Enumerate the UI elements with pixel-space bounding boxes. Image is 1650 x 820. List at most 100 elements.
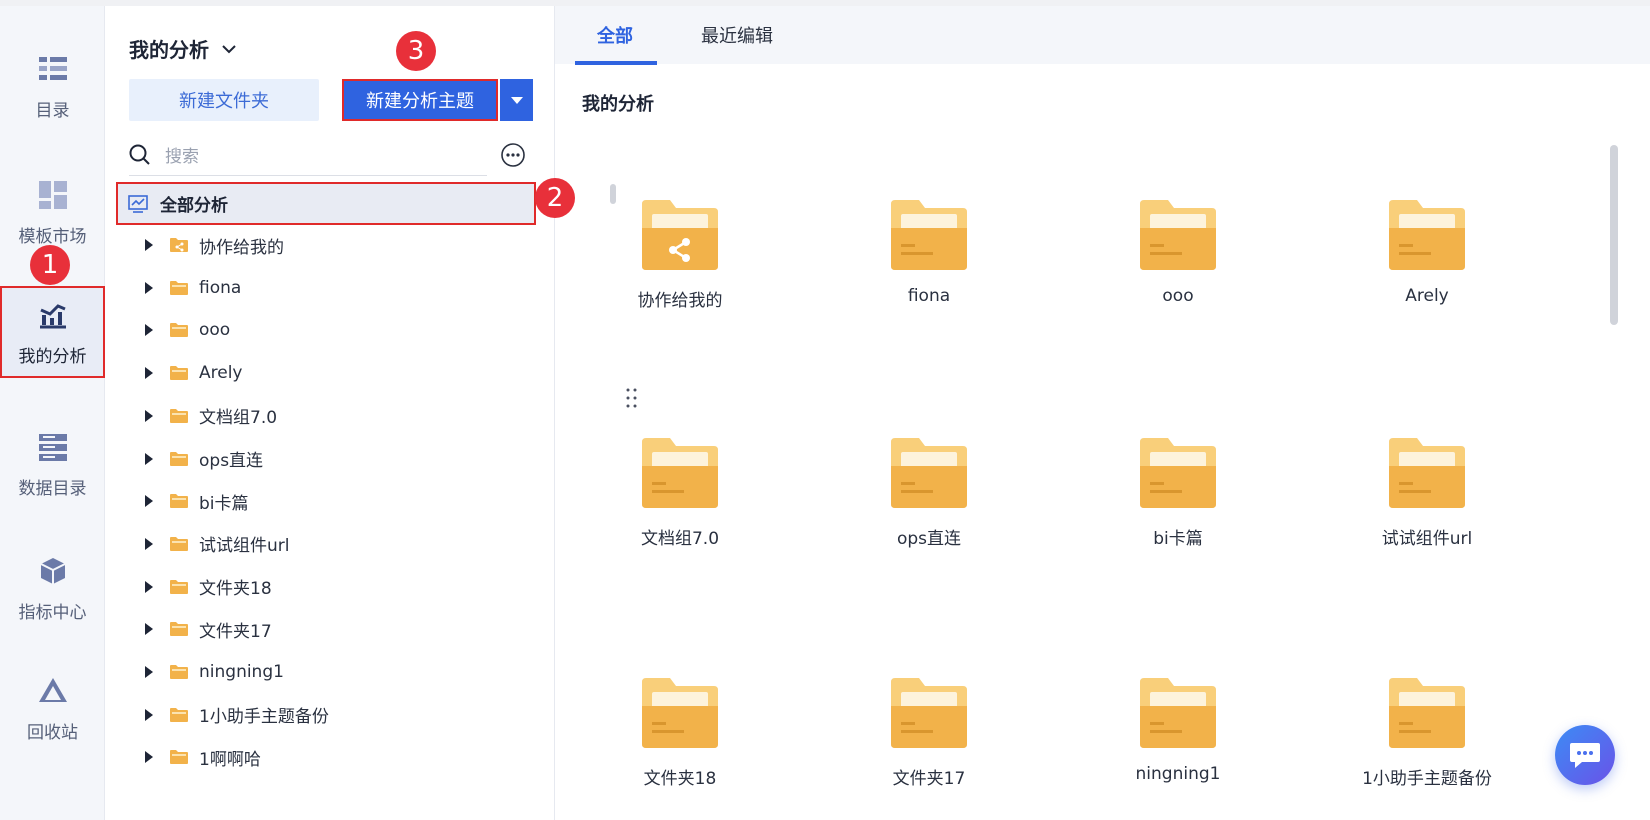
expand-caret-icon[interactable] <box>145 708 153 721</box>
rail-label: 指标中心 <box>18 602 87 623</box>
new-folder-button[interactable]: 新建文件夹 <box>129 79 319 121</box>
tree-item-label: 文件夹17 <box>199 621 272 642</box>
section-title: 我的分析 <box>582 94 654 115</box>
folder-card[interactable]: ooo <box>1078 198 1278 318</box>
folder-card[interactable]: 文档组7.0 <box>580 436 780 556</box>
tab-recent-edit[interactable]: 最近编辑 <box>701 6 773 64</box>
search-input[interactable]: 搜索 <box>129 134 487 176</box>
folder-card-label: 文件夹17 <box>892 769 966 789</box>
tree-item-label: ooo <box>199 320 231 341</box>
folder-icon <box>1138 198 1218 276</box>
folder-icon <box>169 493 189 509</box>
folder-card-label: fiona <box>907 286 951 306</box>
tree-item[interactable]: fiona <box>145 273 241 303</box>
step-badge-1: 1 <box>30 245 70 285</box>
folder-card-label: Arely <box>1405 286 1449 306</box>
expand-caret-icon[interactable] <box>145 623 153 636</box>
panel-title[interactable]: 我的分析 <box>129 34 237 63</box>
tree-root-all-analysis[interactable]: 全部分析 <box>116 182 536 225</box>
rail-item-catalog[interactable]: 目录 <box>0 36 105 136</box>
tree-item-label: 文件夹18 <box>199 579 272 600</box>
folder-icon <box>1138 436 1218 514</box>
folder-icon <box>169 280 189 296</box>
new-topic-dropdown-button[interactable] <box>500 79 533 121</box>
folder-card[interactable]: Arely <box>1327 198 1527 318</box>
panel-resize-handle[interactable] <box>625 386 639 410</box>
rail-label: 回收站 <box>27 722 78 743</box>
rail-label: 数据目录 <box>18 478 87 499</box>
expand-caret-icon[interactable] <box>145 537 153 550</box>
expand-caret-icon[interactable] <box>145 324 153 337</box>
template-grid-icon <box>36 178 70 212</box>
folder-card-label: ningning1 <box>1135 764 1221 784</box>
tree-item[interactable]: bi卡篇 <box>145 486 249 516</box>
folder-card[interactable]: bi卡篇 <box>1078 436 1278 556</box>
tree-item[interactable]: 文件夹18 <box>145 572 272 602</box>
new-topic-button[interactable]: 新建分析主题 <box>342 79 498 121</box>
rail-item-recycle-bin[interactable]: 回收站 <box>0 658 105 758</box>
expand-caret-icon[interactable] <box>145 495 153 508</box>
tree-item[interactable]: 试试组件url <box>145 529 290 559</box>
folder-card[interactable]: ningning1 <box>1078 676 1278 796</box>
folder-card[interactable]: 协作给我的 <box>580 198 780 318</box>
folder-icon <box>169 365 189 381</box>
folder-card[interactable]: ops直连 <box>829 436 1029 556</box>
folder-card[interactable]: 文件夹17 <box>829 676 1029 796</box>
tree-item[interactable]: 文档组7.0 <box>145 401 277 431</box>
folder-icon <box>169 664 189 680</box>
tree-item-label: 协作给我的 <box>199 237 284 258</box>
tree-root-label: 全部分析 <box>160 196 228 216</box>
dashboard-icon <box>128 194 148 213</box>
main-scrollbar[interactable] <box>1610 145 1618 325</box>
search-icon <box>129 144 150 165</box>
folder-card-label: 1小助手主题备份 <box>1362 769 1492 789</box>
tree-item[interactable]: ningning1 <box>145 657 284 687</box>
folder-card[interactable]: 试试组件url <box>1327 436 1527 556</box>
caret-down-icon <box>510 97 523 104</box>
folder-icon <box>1387 436 1467 514</box>
rail-item-data-catalog[interactable]: 数据目录 <box>0 414 105 514</box>
app-window: 目录 模板市场 我的分析 数据目录 指标中心 回收站 我的分析 新建文件夹 新建… <box>0 0 1650 820</box>
folder-icon <box>169 408 189 424</box>
tab-all[interactable]: 全部 <box>597 6 633 64</box>
rail-label: 目录 <box>35 100 70 121</box>
expand-caret-icon[interactable] <box>145 409 153 422</box>
rail-label: 我的分析 <box>18 346 87 367</box>
expand-caret-icon[interactable] <box>145 239 153 251</box>
folder-icon <box>169 707 189 723</box>
tree-item-label: 试试组件url <box>199 536 290 557</box>
tree-item[interactable]: 1啊啊哈 <box>145 742 261 772</box>
folder-icon <box>169 536 189 552</box>
tree-item[interactable]: Arely <box>145 358 243 388</box>
chat-assistant-button[interactable] <box>1555 725 1615 785</box>
tree-item[interactable]: ops直连 <box>145 444 263 474</box>
tree-item-label: 1小助手主题备份 <box>199 707 329 728</box>
expand-caret-icon[interactable] <box>145 367 153 380</box>
expand-caret-icon[interactable] <box>145 580 153 593</box>
folder-card[interactable]: 1小助手主题备份 <box>1327 676 1527 796</box>
step-badge-2: 2 <box>535 178 575 218</box>
tree-item-label: Arely <box>199 363 243 384</box>
folder-card[interactable]: fiona <box>829 198 1029 318</box>
folder-card[interactable]: 文件夹18 <box>580 676 780 796</box>
expand-caret-icon[interactable] <box>145 751 153 764</box>
folder-icon <box>169 451 189 467</box>
folder-icon <box>1387 676 1467 754</box>
tree-item-label: ops直连 <box>199 451 264 471</box>
step-badge-3: 3 <box>396 31 436 71</box>
tree-item-label: 文档组7.0 <box>199 408 278 429</box>
tree-item[interactable]: 文件夹17 <box>145 614 272 644</box>
folder-card-label: 文档组7.0 <box>640 529 720 549</box>
expand-caret-icon[interactable] <box>145 666 153 678</box>
tree-item[interactable]: ooo <box>145 315 230 345</box>
folder-card-label: 文件夹18 <box>643 769 717 789</box>
more-options-icon[interactable] <box>500 142 526 168</box>
rail-item-metric-center[interactable]: 指标中心 <box>0 538 105 638</box>
tree-item-label: 1啊啊哈 <box>199 749 261 770</box>
tree-item[interactable]: 1小助手主题备份 <box>145 700 329 730</box>
rail-item-my-analysis[interactable]: 我的分析 <box>0 286 105 378</box>
folder-icon <box>1387 198 1467 276</box>
expand-caret-icon[interactable] <box>145 452 153 465</box>
expand-caret-icon[interactable] <box>145 281 153 294</box>
tree-item[interactable]: 协作给我的 <box>145 230 284 260</box>
